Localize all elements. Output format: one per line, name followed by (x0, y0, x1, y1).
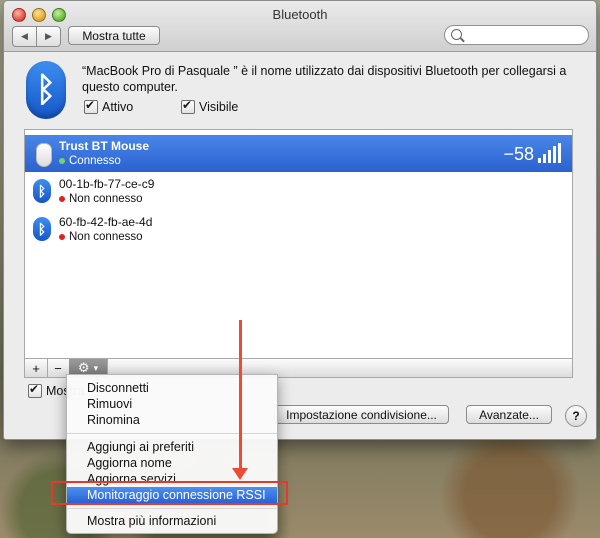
window-title: Bluetooth (272, 7, 328, 22)
sharing-setup-button[interactable]: Impostazione condivisione... (274, 405, 449, 424)
search-input[interactable] (444, 25, 589, 45)
bluetooth-logo-icon: ᛒ (26, 61, 66, 119)
device-status-label: Non connesso (69, 231, 143, 243)
device-status-label: Connesso (69, 155, 121, 167)
checkmark-icon (181, 98, 195, 114)
show-all-button[interactable]: Mostra tutte (68, 26, 160, 45)
menu-item-disconnect[interactable]: Disconnetti (67, 380, 277, 396)
search-icon (451, 29, 462, 40)
rssi-value: −58 (503, 144, 534, 164)
back-arrow-icon[interactable]: ◀ (13, 27, 36, 46)
disconnected-dot-icon (59, 196, 65, 202)
device-list[interactable]: Trust BT Mouse Connesso −58 ᛒ 00-1b-fb-7… (24, 129, 573, 359)
device-status: Connesso (59, 155, 121, 167)
device-status: Non connesso (59, 193, 143, 205)
back-forward-buttons: ◀ ▶ (12, 26, 61, 47)
annotation-highlight-box (51, 481, 288, 505)
device-status-label: Non connesso (69, 193, 143, 205)
checkmark-icon (84, 98, 98, 114)
gear-dropdown-menu: Disconnetti Rimuovi Rinomina Aggiungi ai… (66, 374, 278, 534)
device-status: Non connesso (59, 231, 143, 243)
menu-item-rename[interactable]: Rinomina (67, 412, 277, 428)
active-label: Attivo (102, 100, 134, 114)
device-name: Trust BT Mouse (59, 139, 150, 153)
disconnected-dot-icon (59, 234, 65, 240)
bluetooth-icon: ᛒ (33, 179, 53, 205)
device-row[interactable]: Trust BT Mouse Connesso −58 (25, 135, 572, 172)
bluetooth-icon: ᛒ (33, 217, 53, 243)
advanced-button[interactable]: Avanzate... (466, 405, 552, 424)
checkmark-icon (28, 382, 42, 398)
chevron-down-icon: ▾ (93, 362, 99, 373)
forward-arrow-icon[interactable]: ▶ (36, 27, 60, 46)
mouse-icon (33, 141, 53, 167)
device-name: 60-fb-42-fb-ae-4d (59, 215, 153, 229)
help-button[interactable]: ? (565, 405, 587, 427)
title-bar: Bluetooth ◀ ▶ Mostra tutte (4, 1, 596, 52)
active-checkbox[interactable]: Attivo (84, 98, 134, 114)
add-device-button[interactable]: + (25, 359, 48, 377)
menu-item-remove[interactable]: Rimuovi (67, 396, 277, 412)
device-name: 00-1b-fb-77-ce-c9 (59, 177, 155, 191)
device-row[interactable]: ᛒ 60-fb-42-fb-ae-4d Non connesso (25, 211, 572, 248)
computer-name-description: “MacBook Pro di Pasquale ” è il nome uti… (82, 64, 567, 94)
menu-separator (67, 508, 277, 509)
device-row[interactable]: ᛒ 00-1b-fb-77-ce-c9 Non connesso (25, 173, 572, 210)
annotation-arrow (239, 320, 242, 472)
connected-dot-icon (59, 158, 65, 164)
menu-separator (67, 433, 277, 434)
visible-checkbox[interactable]: Visibile (181, 98, 239, 114)
menu-item-add-favorites[interactable]: Aggiungi ai preferiti (67, 439, 277, 455)
annotation-arrow-head-icon (232, 468, 248, 480)
visible-label: Visibile (199, 100, 239, 114)
menu-item-more-info[interactable]: Mostra più informazioni (67, 513, 277, 529)
signal-strength-icon (538, 143, 562, 163)
